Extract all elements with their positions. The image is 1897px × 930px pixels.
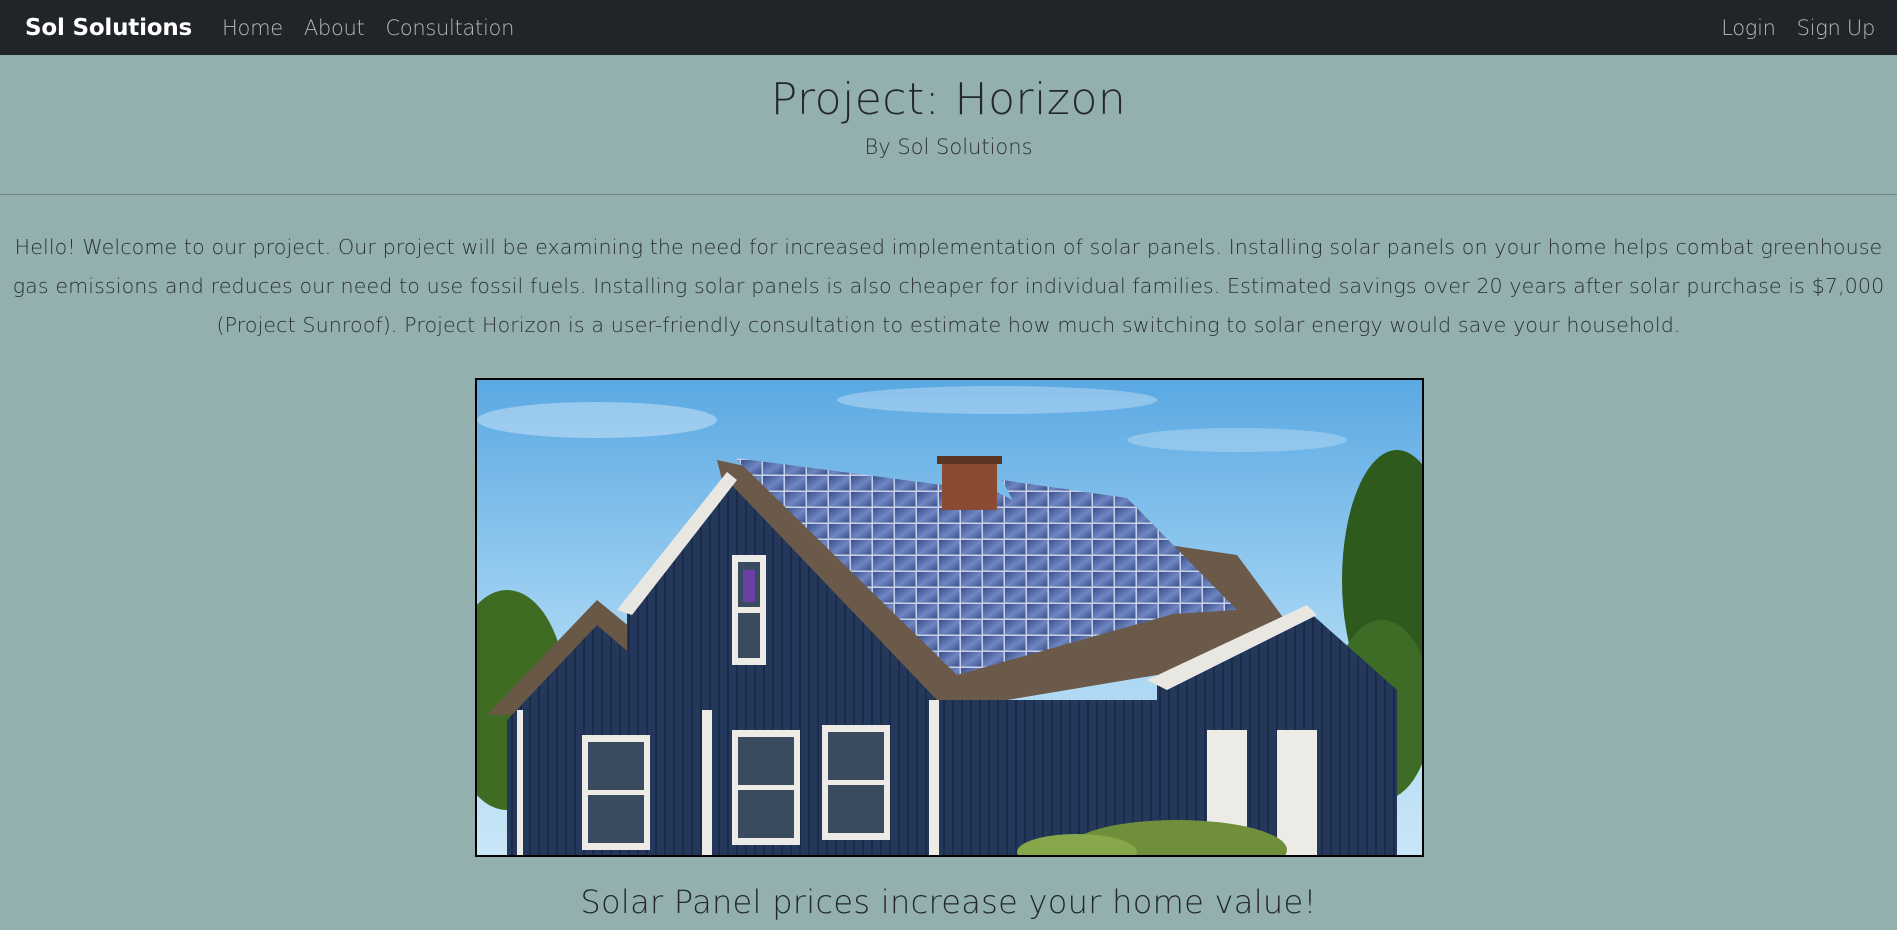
- page-header: Project: Horizon By Sol Solutions: [0, 55, 1897, 159]
- page-title: Project: Horizon: [770, 74, 1127, 125]
- nav-consultation-link[interactable]: Consultation: [385, 16, 514, 40]
- nav-auth-links: Login Sign Up: [1721, 16, 1875, 40]
- intro-paragraph: Hello! Welcome to our project. Our proje…: [12, 235, 1885, 337]
- hero-caption: Solar Panel prices increase your home va…: [580, 883, 1317, 921]
- signup-link[interactable]: Sign Up: [1797, 16, 1876, 40]
- top-navbar: Sol Solutions Home About Consultation Lo…: [0, 0, 1897, 55]
- brand-link[interactable]: Sol Solutions: [25, 15, 192, 41]
- login-link[interactable]: Login: [1721, 16, 1776, 40]
- page-subtitle: By Sol Solutions: [864, 135, 1033, 159]
- house-with-solar-panels-image: [477, 380, 1422, 855]
- hero-image: [475, 378, 1424, 857]
- nav-links: Home About Consultation: [222, 16, 535, 40]
- section-divider: [0, 194, 1897, 195]
- nav-about-link[interactable]: About: [304, 16, 365, 40]
- nav-home-link[interactable]: Home: [222, 16, 283, 40]
